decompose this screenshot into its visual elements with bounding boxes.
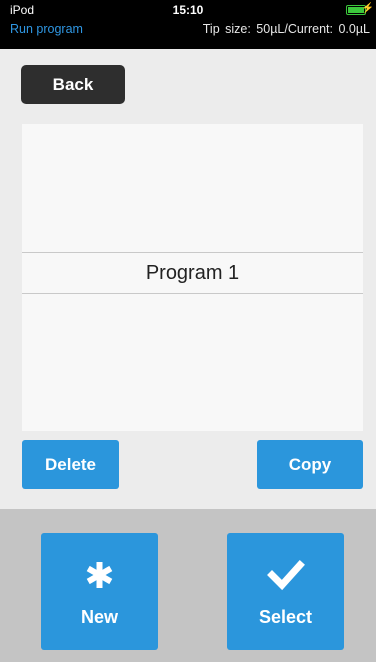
charging-icon: ⚡: [361, 3, 374, 14]
program-list[interactable]: Program 1: [22, 124, 363, 431]
program-list-item[interactable]: Program 1: [22, 252, 363, 294]
copy-button[interactable]: Copy: [257, 440, 363, 489]
new-label: New: [80, 607, 118, 627]
status-bar: iPod 15:10 ⚡: [0, 0, 376, 20]
battery-icon: ⚡: [346, 3, 374, 15]
select-button[interactable]: Select: [227, 533, 344, 650]
checkmark-icon: [267, 560, 305, 591]
new-button[interactable]: New: [41, 533, 158, 650]
select-label: Select: [258, 607, 313, 627]
delete-button[interactable]: Delete: [22, 440, 119, 489]
clock: 15:10: [172, 3, 204, 17]
back-button[interactable]: Back: [21, 65, 125, 104]
mode-label: Run program: [10, 22, 83, 36]
tip-info: Tip size: 50µL/Current: 0.0µL: [202, 22, 370, 36]
asterisk-icon: [86, 562, 113, 588]
info-bar: Run program Tip size: 50µL/Current: 0.0µ…: [0, 20, 376, 49]
